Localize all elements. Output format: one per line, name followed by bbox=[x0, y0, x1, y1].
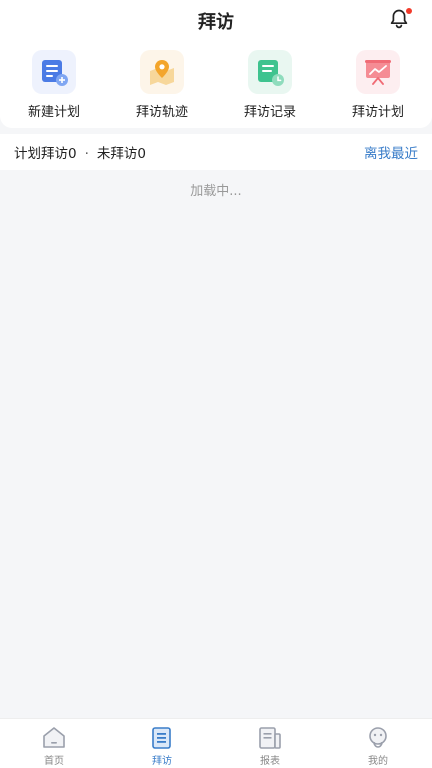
tab-label: 我的 bbox=[368, 756, 388, 767]
visit-icon bbox=[152, 727, 171, 749]
header: 拜访 bbox=[0, 0, 432, 40]
quick-action-new-plan[interactable]: 新建计划 bbox=[9, 50, 99, 128]
quick-action-label: 新建计划 bbox=[27, 105, 80, 120]
tab-visit[interactable]: 拜访 bbox=[122, 719, 202, 768]
tab-label: 首页 bbox=[44, 756, 64, 767]
tab-label: 拜访 bbox=[152, 756, 172, 767]
new-plan-icon bbox=[32, 50, 76, 94]
visit-stats: 计划拜访0 · 未拜访0 bbox=[14, 142, 364, 162]
quick-action-record[interactable]: 拜访记录 bbox=[225, 50, 315, 128]
planned-visits-count: 计划拜访0 bbox=[14, 146, 77, 162]
tab-profile[interactable]: 我的 bbox=[338, 719, 418, 768]
tab-report[interactable]: 报表 bbox=[230, 719, 310, 768]
report-icon bbox=[259, 727, 281, 749]
page-title: 拜访 bbox=[198, 12, 234, 33]
bottom-tab-bar: 首页 拜访 报表 我的 bbox=[0, 718, 432, 768]
tab-label: 报表 bbox=[260, 756, 280, 767]
notification-bell-icon[interactable] bbox=[388, 8, 412, 30]
loading-text: 加载中... bbox=[190, 184, 242, 199]
visit-record-icon bbox=[248, 50, 292, 94]
unvisited-count: 未拜访0 bbox=[96, 146, 146, 162]
home-icon bbox=[43, 727, 65, 748]
quick-actions: 新建计划 拜访轨迹 拜访记录 拜访计划 bbox=[0, 40, 432, 128]
location-track-icon bbox=[140, 50, 184, 94]
quick-action-plan[interactable]: 拜访计划 bbox=[333, 50, 423, 128]
quick-action-track[interactable]: 拜访轨迹 bbox=[117, 50, 207, 128]
visit-plan-chart-icon bbox=[356, 50, 400, 94]
tab-home[interactable]: 首页 bbox=[14, 719, 94, 768]
quick-action-label: 拜访记录 bbox=[243, 105, 296, 120]
stats-separator: · bbox=[84, 146, 89, 162]
profile-icon bbox=[369, 727, 387, 748]
quick-action-label: 拜访轨迹 bbox=[135, 105, 188, 120]
quick-action-label: 拜访计划 bbox=[351, 105, 404, 120]
notification-dot bbox=[406, 8, 412, 14]
visit-stats-bar: 计划拜访0 · 未拜访0 离我最近 bbox=[0, 134, 432, 170]
sort-nearest-button[interactable]: 离我最近 bbox=[364, 142, 418, 162]
